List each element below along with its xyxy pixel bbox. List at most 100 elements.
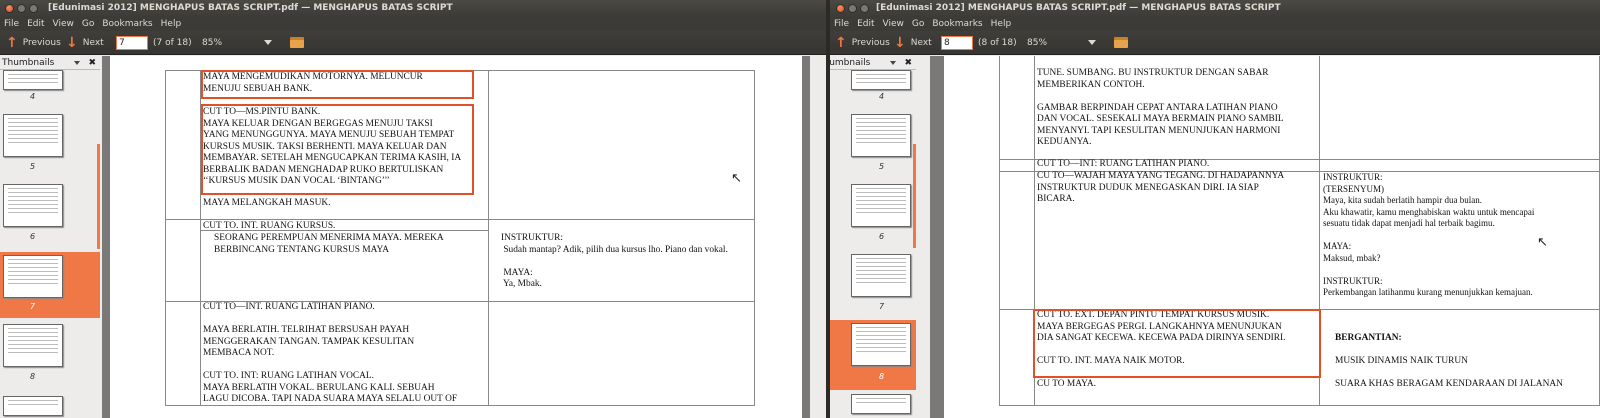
chevron-down-icon[interactable] (1088, 40, 1096, 45)
toolbar: ↑ Previous ↓ Next 7 (7 of 18) 85% (0, 31, 826, 55)
thumbnail-page-6[interactable]: 6 (0, 182, 100, 252)
menu-go[interactable]: Go (908, 17, 928, 31)
highlight-box (201, 70, 474, 99)
thumbnail-number: 7 (30, 302, 36, 311)
next-button[interactable]: ↓ Next (894, 36, 932, 50)
right-document-viewer-window: [Edunimasi 2012] MENGHAPUS BATAS SCRIPT.… (830, 0, 1600, 418)
sidebar-title: Thumbnails (830, 58, 871, 68)
menu-bar: File Edit View Go Bookmarks Help (0, 17, 826, 31)
minimize-window-button[interactable] (848, 4, 857, 13)
thumbnail-number: 5 (30, 162, 36, 171)
next-button[interactable]: ↓ Next (66, 36, 104, 50)
close-window-button[interactable] (836, 4, 845, 13)
page-count: (7 of 18) (153, 38, 192, 48)
chevron-down-icon[interactable] (890, 61, 896, 65)
script-text-cut-piano: CUT TO—INT: RUANG LATIHAN PIANO. (1037, 159, 1210, 169)
next-label: Next (82, 38, 104, 48)
window-title: [Edunimasi 2012] MENGHAPUS BATAS SCRIPT.… (876, 3, 1281, 13)
arrow-up-icon: ↑ (6, 35, 18, 51)
folder-icon[interactable] (290, 37, 304, 48)
thumbnail-page-6[interactable]: 6 (830, 182, 916, 252)
minimize-window-button[interactable] (17, 4, 26, 13)
document-view[interactable]: TUNE. SUMBANG. BU INSTRUKTUR DENGAN SABA… (930, 56, 1600, 418)
maximize-window-button[interactable] (860, 4, 869, 13)
zoom-select[interactable]: 85% (202, 36, 222, 50)
script-text-welcome: SEORANG PEREMPUAN MENERIMA MAYA. MEREKA … (214, 233, 444, 255)
menu-bookmarks[interactable]: Bookmarks (928, 17, 986, 31)
thumbnail-page-5[interactable]: 5 (0, 112, 100, 182)
mouse-cursor-icon: ↖ (1537, 235, 1548, 250)
page-thumbnail-image (3, 324, 63, 367)
title-bar: [Edunimasi 2012] MENGHAPUS BATAS SCRIPT.… (0, 0, 826, 17)
zoom-select[interactable]: 85% (1027, 36, 1047, 50)
chevron-down-icon[interactable] (74, 61, 80, 65)
mouse-cursor-icon: ↖ (731, 171, 742, 186)
page-number-input[interactable]: 8 (941, 36, 973, 50)
thumbnail-number: 4 (30, 92, 36, 101)
highlight-box (1033, 309, 1321, 378)
script-dialogue-instructor: INSTRUKTUR: (TERSENYUM) Maya, kita sudah… (1323, 172, 1535, 297)
thumbnail-number: 5 (879, 162, 885, 171)
page-thumbnail-image (851, 323, 911, 366)
page-thumbnail-image (3, 396, 63, 416)
page-thumbnail-image (851, 70, 911, 90)
menu-help[interactable]: Help (157, 17, 186, 31)
folder-icon[interactable] (1114, 37, 1128, 48)
close-icon[interactable]: ✖ (88, 56, 96, 70)
thumbnail-number: 7 (879, 302, 885, 311)
thumbnail-number: 8 (30, 372, 36, 381)
thumbnail-page-8[interactable]: 8 (830, 320, 916, 390)
document-view[interactable]: MAYA MENGEMUDIKAN MOTORNYA. MELUNCUR MEN… (102, 56, 810, 418)
arrow-down-icon: ↓ (894, 35, 906, 51)
previous-label: Previous (22, 38, 61, 48)
sidebar-header: Thumbnails ✖ (0, 56, 100, 70)
close-window-button[interactable] (5, 4, 14, 13)
sidebar-title: Thumbnails (2, 58, 55, 68)
page-thumbnail-image (3, 114, 63, 157)
page-count: (8 of 18) (978, 38, 1017, 48)
menu-help[interactable]: Help (987, 17, 1016, 31)
menu-bar: File Edit View Go Bookmarks Help (830, 17, 1600, 31)
script-text-sound: MUSIK DINAMIS NAIK TURUN SUARA KHAS BERA… (1335, 356, 1563, 389)
menu-go[interactable]: Go (78, 17, 98, 31)
highlight-box (201, 104, 474, 195)
script-text-cut-course: CUT TO. INT. RUANG KURSUS. (203, 221, 336, 231)
page-thumbnail-image (851, 394, 911, 414)
menu-view[interactable]: View (879, 17, 908, 31)
previous-button[interactable]: ↑ Previous (6, 36, 61, 50)
script-dialogue-instructor: INSTRUKTUR: Sudah mantap? Adik, pilih du… (501, 233, 728, 289)
thumbnail-page-9[interactable] (0, 396, 100, 418)
maximize-window-button[interactable] (29, 4, 38, 13)
previous-button[interactable]: ↑ Previous (835, 36, 890, 50)
toolbar: ↑ Previous ↓ Next 8 (8 of 18) 85% (830, 31, 1600, 55)
chevron-down-icon[interactable] (264, 40, 272, 45)
page-thumbnail-image (851, 184, 911, 227)
thumbnails-sidebar: Thumbnails ✖ 4 5 6 7 8 (0, 56, 100, 418)
thumbnail-page-7[interactable]: 7 (0, 252, 100, 318)
menu-view[interactable]: View (49, 17, 78, 31)
title-bar: [Edunimasi 2012] MENGHAPUS BATAS SCRIPT.… (830, 0, 1600, 17)
thumbnail-list: 4 5 6 7 8 (830, 70, 916, 418)
page-number-input[interactable]: 7 (116, 36, 148, 50)
thumbnail-number: 6 (879, 232, 885, 241)
thumbnail-page-7[interactable]: 7 (830, 252, 916, 322)
thumbnail-page-9[interactable] (830, 394, 916, 418)
next-label: Next (910, 38, 932, 48)
page-thumbnail-image (851, 114, 911, 157)
page-thumbnail-image (3, 255, 63, 298)
menu-file[interactable]: File (830, 17, 853, 31)
script-text-enter: MAYA MELANGKAH MASUK. (203, 198, 331, 208)
thumbnail-number: 6 (30, 232, 36, 241)
thumbnail-page-4[interactable]: 4 (0, 70, 100, 106)
close-icon[interactable]: ✖ (904, 56, 912, 70)
thumbnail-page-4[interactable]: 4 (830, 70, 916, 106)
script-text-tune: TUNE. SUMBANG. BU INSTRUKTUR DENGAN SABA… (1037, 68, 1284, 147)
previous-label: Previous (851, 38, 890, 48)
menu-bookmarks[interactable]: Bookmarks (98, 17, 156, 31)
thumbnail-page-5[interactable]: 5 (830, 112, 916, 182)
menu-edit[interactable]: Edit (23, 17, 48, 31)
thumbnail-page-8[interactable]: 8 (0, 322, 100, 392)
menu-edit[interactable]: Edit (853, 17, 878, 31)
menu-file[interactable]: File (0, 17, 23, 31)
pdf-page: MAYA MENGEMUDIKAN MOTORNYA. MELUNCUR MEN… (110, 56, 802, 418)
